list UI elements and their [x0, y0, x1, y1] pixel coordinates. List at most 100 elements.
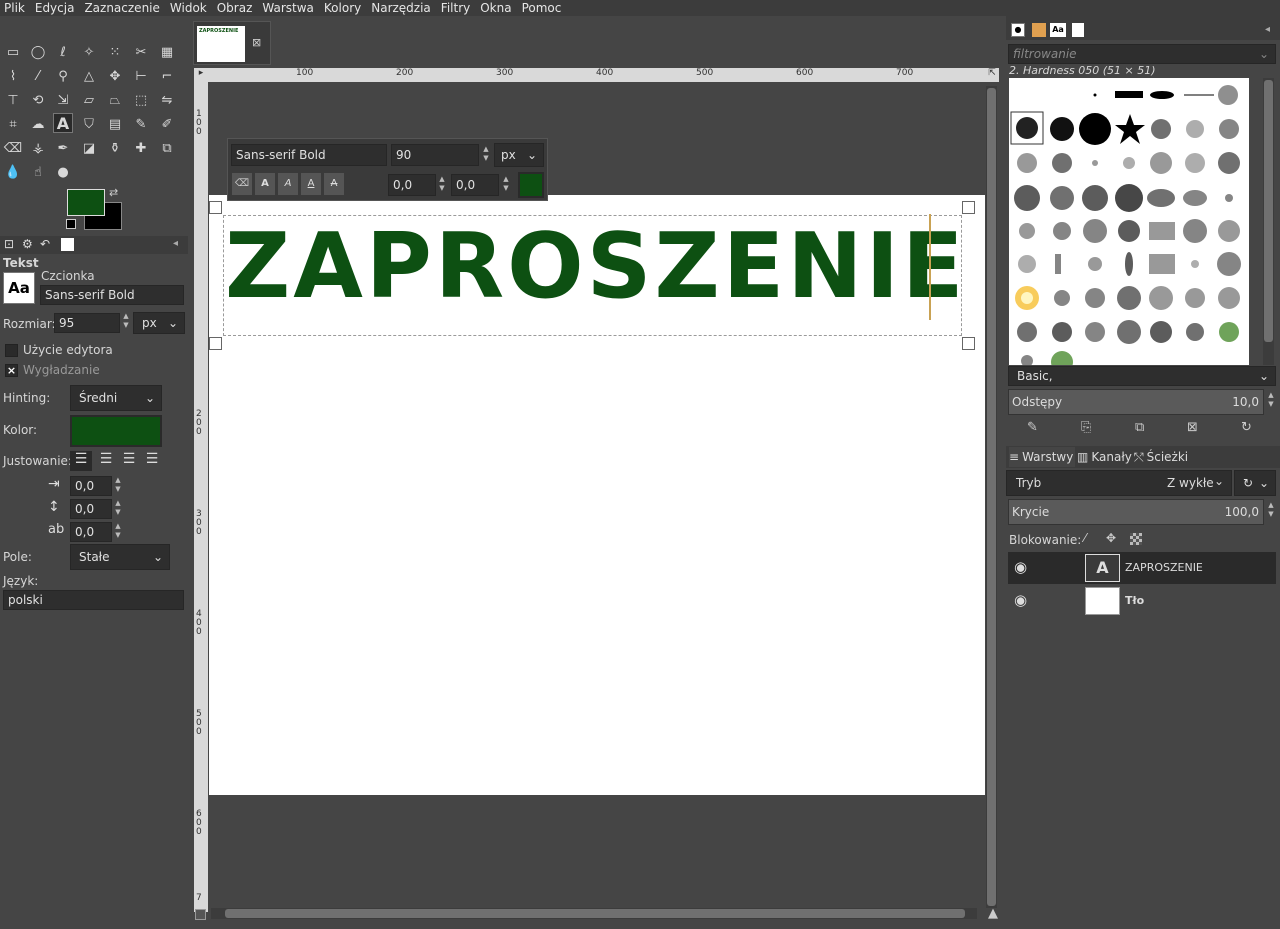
perspective-icon[interactable]: ⏢	[105, 90, 125, 110]
lasso-icon[interactable]: ℓ	[53, 42, 73, 62]
opacity-spinner-icon[interactable]: ▲ ▼	[1266, 501, 1276, 519]
kerning-spinner-icon[interactable]: ▲ ▼	[501, 175, 511, 193]
font-input[interactable]: Sans-serif Bold	[40, 285, 184, 305]
lock-alpha-icon[interactable]	[1130, 533, 1142, 545]
size-unit-dropdown[interactable]: px ⌄	[133, 312, 185, 334]
toolbar-size-spinner-icon[interactable]: ▲ ▼	[481, 145, 491, 163]
menu-tools[interactable]: Narzędzia	[371, 1, 431, 15]
smudge-icon[interactable]: ☝	[28, 162, 48, 182]
indent-input[interactable]: 0,0	[70, 476, 112, 496]
images-tab-icon[interactable]	[61, 238, 74, 251]
menu-edit[interactable]: Edycja	[35, 1, 75, 15]
canvas-text-layer[interactable]: ZAPROSZENIE	[225, 217, 967, 317]
horizontal-scrollbar[interactable]	[211, 908, 977, 919]
vertical-scrollbar[interactable]	[986, 86, 997, 908]
color-picker-icon[interactable]: ⁄	[28, 66, 48, 86]
menu-layer[interactable]: Warstwa	[262, 1, 314, 15]
dock-menu-icon[interactable]: ◂	[1265, 24, 1270, 35]
heal-icon[interactable]: ✚	[131, 138, 151, 158]
swap-colors-icon[interactable]: ⇄	[109, 186, 118, 199]
measure-icon[interactable]: △	[79, 66, 99, 86]
toolbar-size-input[interactable]: 90	[391, 144, 479, 166]
brush-grid-scrollbar-thumb[interactable]	[1264, 80, 1273, 342]
resize-handle[interactable]	[962, 201, 975, 214]
justify-right-icon[interactable]: ☰	[95, 451, 117, 471]
baseline-input[interactable]: 0,0	[388, 174, 436, 196]
clone-icon[interactable]: ⚱	[105, 138, 125, 158]
eye-icon[interactable]: ◉	[1014, 558, 1027, 576]
vertical-scrollbar-thumb[interactable]	[987, 88, 996, 906]
horizontal-scrollbar-thumb[interactable]	[225, 909, 965, 918]
delete-brush-icon[interactable]: ⊠	[1187, 420, 1198, 435]
bold-icon[interactable]: A	[255, 173, 275, 195]
gradient-icon[interactable]: ▤	[105, 114, 125, 134]
spacing-spinner-icon[interactable]: ▲ ▼	[1266, 391, 1276, 409]
letter-spacing-input[interactable]: 0,0	[70, 522, 112, 542]
antialiasing-checkbox[interactable]: ×	[5, 364, 18, 377]
brush-grid[interactable]	[1009, 78, 1249, 373]
new-brush-icon[interactable]: ⎘	[1081, 420, 1091, 435]
menu-colors[interactable]: Kolory	[324, 1, 361, 15]
patterns-tab-icon[interactable]	[1032, 23, 1046, 37]
justify-left-icon[interactable]: ☰	[70, 451, 92, 471]
document-history-tab-icon[interactable]	[1072, 23, 1084, 37]
brush-preset-dropdown[interactable]: Basic, ⌄	[1008, 366, 1276, 386]
layer-row[interactable]: ◉ A ZAPROSZENIE	[1008, 552, 1276, 584]
clear-style-icon[interactable]: ⌫	[232, 173, 252, 195]
rotate-icon[interactable]: ⟲	[28, 90, 48, 110]
cage-transform-icon[interactable]: ⌗	[3, 114, 23, 134]
scissors-icon[interactable]: ✂	[131, 42, 151, 62]
brushes-tab-icon[interactable]: ●	[1011, 23, 1025, 37]
text-color-button[interactable]	[70, 415, 162, 447]
text-tool-icon[interactable]: A	[53, 113, 73, 133]
resize-handle[interactable]	[209, 201, 222, 214]
airbrush-icon[interactable]: ⚶	[28, 138, 48, 158]
menu-help[interactable]: Pomoc	[522, 1, 562, 15]
toolbar-unit-dropdown[interactable]: px ⌄	[494, 143, 544, 167]
eraser-icon[interactable]: ⌫	[3, 138, 23, 158]
zoom-lock-icon[interactable]: ⇱	[985, 68, 999, 82]
resize-handle[interactable]	[209, 337, 222, 350]
menu-windows[interactable]: Okna	[480, 1, 511, 15]
lock-pixels-icon[interactable]: ⁄	[1084, 531, 1086, 545]
zoom-icon[interactable]: ⚲	[53, 66, 73, 86]
brush-filter-input[interactable]: filtrowanie ⌄	[1008, 44, 1276, 64]
color-select-icon[interactable]: ⁙	[105, 42, 125, 62]
language-input[interactable]: polski	[3, 590, 184, 610]
default-colors-icon[interactable]	[66, 219, 76, 229]
font-preview-button[interactable]: Aa	[3, 272, 35, 304]
layer-composite-dropdown[interactable]: ↻ ⌄	[1234, 470, 1276, 496]
ellipse-select-icon[interactable]: ◯	[28, 42, 48, 62]
refresh-brushes-icon[interactable]: ↻	[1241, 420, 1252, 435]
bucket-fill-icon[interactable]: ⛉	[79, 114, 99, 134]
toolbar-color-button[interactable]	[518, 172, 544, 198]
box-dropdown[interactable]: Stałe ⌄	[70, 544, 170, 570]
perspective-clone-icon[interactable]: ⧉	[157, 138, 177, 158]
paths-icon[interactable]: ⌇	[3, 66, 23, 86]
edit-brush-icon[interactable]: ✎	[1027, 420, 1038, 435]
dodge-burn-icon[interactable]: ●	[53, 162, 73, 182]
undo-history-tab-icon[interactable]: ↶	[40, 237, 50, 251]
scale-icon[interactable]: ⇲	[53, 90, 73, 110]
line-spacing-spinner-icon[interactable]: ▲ ▼	[113, 499, 123, 517]
size-spinner-icon[interactable]: ▲ ▼	[121, 312, 131, 330]
menu-select[interactable]: Zaznaczenie	[84, 1, 159, 15]
menu-view[interactable]: Widok	[170, 1, 207, 15]
move-icon[interactable]: ✥	[105, 66, 125, 86]
tab-paths[interactable]: ⤲ Ścieżki	[1134, 447, 1188, 467]
image-tab[interactable]: ZAPROSZENIE ⊠	[193, 21, 271, 65]
menu-file[interactable]: Plik	[4, 1, 25, 15]
italic-icon[interactable]: A	[278, 173, 298, 195]
hinting-dropdown[interactable]: Średni ⌄	[70, 385, 162, 411]
baseline-spinner-icon[interactable]: ▲ ▼	[437, 175, 447, 193]
tab-channels[interactable]: ▥ Kanały	[1077, 447, 1132, 467]
layer-mode-dropdown[interactable]: Tryb Z wykłe ⌄	[1006, 470, 1232, 496]
use-editor-checkbox[interactable]	[5, 344, 18, 357]
justify-fill-icon[interactable]: ☰	[141, 451, 163, 471]
eye-icon[interactable]: ◉	[1014, 591, 1027, 609]
resize-handle[interactable]	[962, 337, 975, 350]
brush-grid-scrollbar[interactable]	[1263, 78, 1274, 365]
tab-layers[interactable]: ≡ Warstwy	[1009, 447, 1075, 467]
toolbar-font-input[interactable]: Sans-serif Bold	[231, 144, 387, 166]
duplicate-brush-icon[interactable]: ⧉	[1135, 420, 1144, 435]
